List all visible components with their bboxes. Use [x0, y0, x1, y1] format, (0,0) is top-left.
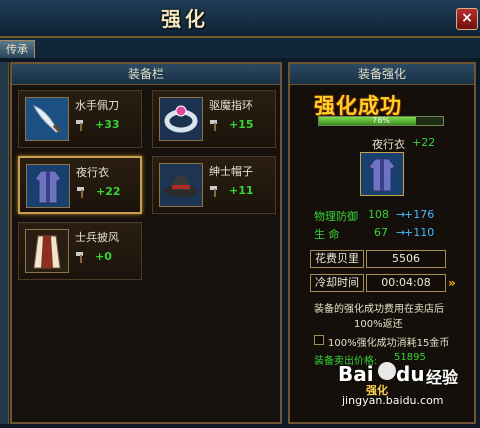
fast-forward-icon[interactable]: » — [448, 276, 456, 290]
cooldown-value: 00:04:08 — [366, 274, 446, 292]
item-value: +22 — [96, 185, 121, 198]
guarantee-checkbox[interactable] — [314, 335, 324, 345]
enhance-panel-title: 装备强化 — [290, 64, 474, 85]
guarantee-label: 100%强化成功消耗15金币 — [328, 338, 450, 349]
equipment-item-hat[interactable]: 绅士帽子 +11 — [152, 156, 276, 214]
stat-label-hp: 生 命 — [314, 228, 340, 241]
equipment-item-saber[interactable]: 水手佩刀 +33 — [18, 90, 142, 148]
hammer-icon — [210, 186, 217, 197]
saber-icon — [25, 97, 69, 141]
cost-label: 花费贝里 — [310, 250, 364, 268]
item-name: 夜行衣 — [76, 166, 109, 179]
tab-strip — [0, 38, 480, 58]
paw-icon — [378, 362, 396, 380]
stat-current-hp: 67 — [374, 226, 388, 239]
item-name: 绅士帽子 — [209, 165, 253, 178]
baidu-watermark: Bai du 经验 jingyan.baidu.com — [338, 354, 480, 428]
watermark-brand-2: du — [396, 362, 425, 386]
watermark-cn: 经验 — [426, 368, 459, 387]
hammer-icon — [76, 252, 83, 263]
hat-icon — [159, 163, 203, 207]
hammer-icon — [77, 187, 84, 198]
window-title: 强化 — [161, 7, 209, 31]
equipment-item-ring[interactable]: 驱魔指环 +15 — [152, 90, 276, 148]
hammer-icon — [76, 120, 83, 131]
stat-label-defense: 物理防御 — [314, 210, 358, 223]
item-value: +0 — [95, 250, 112, 263]
progress-label: 78% — [372, 116, 390, 125]
robe-icon — [26, 164, 70, 208]
tab-inherit[interactable]: 传承 — [0, 40, 35, 59]
hammer-icon — [210, 120, 217, 131]
item-value: +15 — [229, 118, 254, 131]
item-name: 水手佩刀 — [75, 99, 119, 112]
equipment-item-cloak[interactable]: 士兵披风 +0 — [18, 222, 142, 280]
left-edge-strip — [0, 62, 9, 424]
item-value: +11 — [229, 184, 254, 197]
watermark-brand: Bai — [338, 362, 374, 386]
cooldown-label: 冷却时间 — [310, 274, 364, 292]
stat-next-hp: +110 — [404, 226, 435, 239]
equipment-panel-title: 装备栏 — [12, 64, 280, 85]
ring-icon — [159, 97, 203, 141]
close-button[interactable]: × — [456, 8, 478, 30]
refund-note-2: 100%返还 — [354, 319, 403, 330]
equipment-item-robe[interactable]: 夜行衣 +22 — [18, 156, 142, 214]
equipment-panel: 装备栏 水手佩刀 +33 驱魔指环 +15 夜行衣 +22 绅士帽子 +11 士… — [10, 62, 282, 424]
target-item-value: +22 — [412, 136, 436, 149]
refund-note: 装备的强化成功费用在卖店后 — [314, 304, 444, 315]
item-name: 士兵披风 — [75, 231, 119, 244]
target-robe-icon — [360, 152, 404, 196]
cost-value: 5506 — [366, 250, 446, 268]
target-item-name: 夜行衣 — [372, 138, 405, 151]
stat-current-defense: 108 — [368, 208, 389, 221]
stat-next-defense: +176 — [404, 208, 435, 221]
watermark-url: jingyan.baidu.com — [342, 394, 444, 407]
item-value: +33 — [95, 118, 120, 131]
title-bar: 强化 × — [0, 0, 480, 38]
enhance-progress-bar: 78% — [318, 116, 444, 126]
cloak-icon — [25, 229, 69, 273]
enhance-window: 强化 × 传承 装备栏 水手佩刀 +33 驱魔指环 +15 夜行衣 +22 绅士… — [0, 0, 480, 428]
item-name: 驱魔指环 — [209, 99, 253, 112]
